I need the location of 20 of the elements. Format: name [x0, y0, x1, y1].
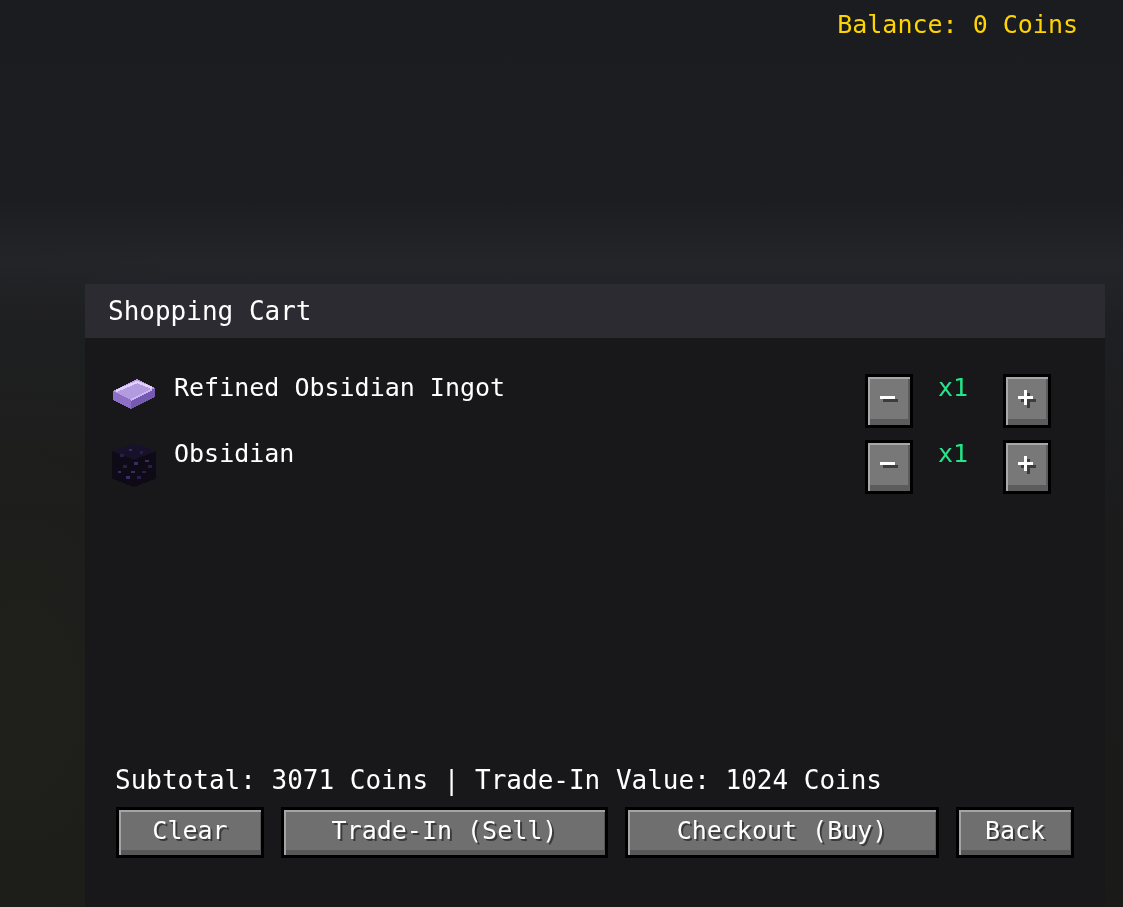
balance-label: Balance: 0 Coins — [837, 9, 1078, 41]
quantity-label: x1 — [936, 374, 970, 402]
increase-button[interactable] — [1003, 440, 1051, 494]
decrease-button[interactable] — [865, 374, 913, 428]
plus-icon — [1018, 390, 1036, 408]
panel-title: Shopping Cart — [108, 296, 312, 326]
decrease-button[interactable] — [865, 440, 913, 494]
cart-summary: Subtotal: 3071 Coins | Trade-In Value: 1024 Coins — [115, 765, 882, 795]
item-name: Obsidian — [174, 440, 296, 468]
minus-icon — [880, 396, 898, 402]
back-button[interactable]: Back — [956, 807, 1074, 858]
item-name: Refined Obsidian Ingot — [174, 374, 507, 402]
quantity-label: x1 — [936, 440, 970, 468]
checkout-button[interactable]: Checkout (Buy) — [625, 807, 939, 858]
increase-button[interactable] — [1003, 374, 1051, 428]
trade-in-button[interactable]: Trade-In (Sell) — [281, 807, 608, 858]
plus-icon — [1018, 456, 1036, 474]
block-icon — [112, 442, 156, 488]
clear-button[interactable]: Clear — [116, 807, 264, 858]
minus-icon — [880, 462, 898, 468]
